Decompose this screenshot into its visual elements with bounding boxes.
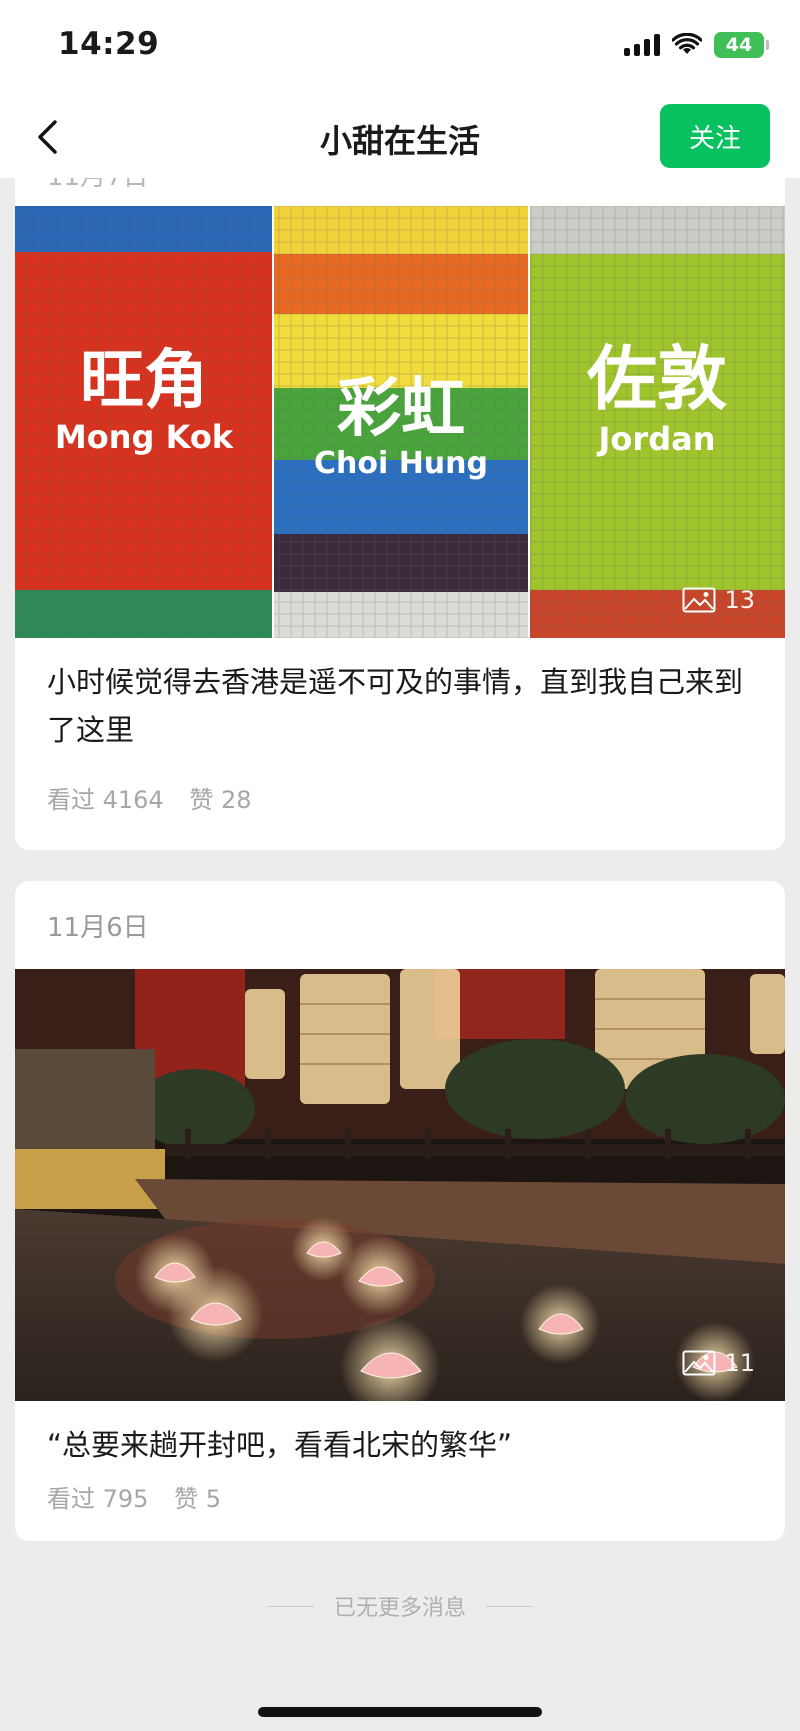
post-caption: “总要来趟开封吧，看看北宋的繁华” xyxy=(47,1428,513,1462)
post-photo[interactable]: 旺角 Mong Kok 彩虹 Choi Hung 佐敦 Jordan 13 xyxy=(15,206,785,638)
end-text: 已无更多消息 xyxy=(333,1596,466,1621)
status-icons: 44 xyxy=(624,32,769,58)
sign-en: Choi Hung xyxy=(313,446,488,481)
image-icon xyxy=(682,587,716,613)
status-time: 14:29 xyxy=(58,26,160,62)
image-icon xyxy=(682,1350,716,1376)
status-bar: 14:29 44 xyxy=(0,0,800,96)
sign-zh: 佐敦 xyxy=(587,337,727,420)
like-count: 赞 28 xyxy=(189,786,252,814)
divider-line xyxy=(486,1605,532,1607)
sign-mong-kok: 旺角 Mong Kok xyxy=(15,343,273,457)
post-stats: 看过 795 赞 5 xyxy=(47,1479,221,1514)
post-card[interactable]: 11月6日 11 “总要来趟开封吧，看看北宋的繁华” 看过 795 赞 5 xyxy=(15,881,785,1541)
post-photo[interactable]: 11 xyxy=(15,969,785,1401)
sign-en: Jordan xyxy=(598,420,716,458)
end-of-feed-note: 已无更多消息 xyxy=(0,1590,800,1622)
view-count: 看过 795 xyxy=(47,1485,149,1513)
sign-zh: 旺角 xyxy=(80,343,208,418)
post-stats: 看过 4164 赞 28 xyxy=(47,780,252,815)
like-count: 赞 5 xyxy=(174,1485,221,1513)
sign-choi-hung: 彩虹 Choi Hung xyxy=(273,371,529,482)
battery-level: 44 xyxy=(725,34,753,56)
nav-bar: 小甜在生活 关注 xyxy=(0,96,800,178)
photo-count: 13 xyxy=(682,586,755,614)
photo-count: 11 xyxy=(682,1349,755,1377)
kaifeng-lantern-night-image xyxy=(15,969,785,1401)
sign-en: Mong Kok xyxy=(54,418,234,456)
battery-icon: 44 xyxy=(714,32,769,58)
signal-icon xyxy=(624,34,660,56)
photo-count-number: 13 xyxy=(724,586,755,614)
post-date: 11月6日 xyxy=(47,913,149,943)
sign-jordan: 佐敦 Jordan xyxy=(529,337,785,459)
photo-count-number: 11 xyxy=(724,1349,755,1377)
follow-button[interactable]: 关注 xyxy=(660,104,770,168)
sign-zh: 彩虹 xyxy=(337,371,465,446)
home-indicator[interactable] xyxy=(258,1707,542,1717)
post-caption: 小时候觉得去香港是遥不可及的事情，直到我自己来到了这里 xyxy=(47,665,744,747)
wifi-icon xyxy=(672,33,702,54)
view-count: 看过 4164 xyxy=(47,786,164,814)
divider-line xyxy=(267,1605,314,1607)
post-card[interactable]: 11月7日 xyxy=(15,150,785,850)
